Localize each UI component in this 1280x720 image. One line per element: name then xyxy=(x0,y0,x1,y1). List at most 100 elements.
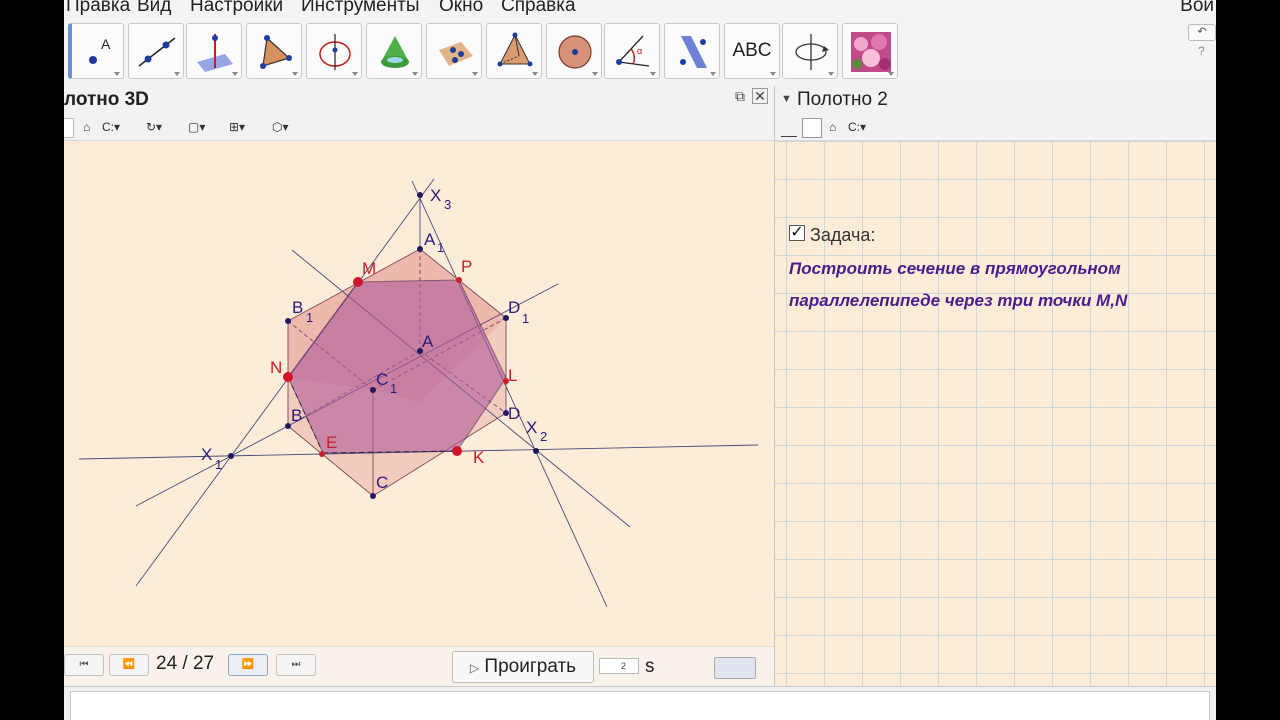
menu-window[interactable]: Окно xyxy=(439,0,483,17)
label-a: A xyxy=(422,332,434,351)
close-icon[interactable]: ✕ xyxy=(752,88,768,104)
label-x3: X xyxy=(430,186,441,205)
play-label: Проиграть xyxy=(484,656,577,677)
menu-bar: Правка Вид Настройки Инструменты Окно Сп… xyxy=(64,0,1216,20)
animation-bar: ⏮ ⏪ 24 / 27 ⏩ ⏭ ▷ Проиграть 2 s xyxy=(64,646,774,687)
help-icon[interactable]: ? xyxy=(1198,44,1205,58)
cube-dropdown[interactable]: ⬡▾ xyxy=(272,118,289,136)
label-k: K xyxy=(473,448,485,467)
panel-menu-triangle-icon[interactable]: ▼ xyxy=(781,93,792,105)
line-tool-button[interactable] xyxy=(128,23,184,79)
play-button[interactable]: ▷ Проиграть xyxy=(452,651,594,683)
panel-2-titlebar: ▼ Полотно 2 xyxy=(775,86,1216,114)
first-step-button[interactable]: ⏮ xyxy=(64,654,104,676)
label-a1-sub: 1 xyxy=(437,240,444,255)
menu-settings[interactable]: Настройки xyxy=(190,0,283,17)
label-p: P xyxy=(461,257,472,276)
angle-icon: α xyxy=(616,35,650,67)
point-tool-button[interactable]: A xyxy=(68,23,124,79)
menu-help[interactable]: Справка xyxy=(501,0,576,17)
coordinate-dropdown[interactable]: C:▾ xyxy=(848,118,866,136)
label-a1: A xyxy=(424,230,436,249)
menu-tools[interactable]: Инструменты xyxy=(301,0,419,17)
coordinate-dropdown[interactable]: C:▾ xyxy=(102,118,120,136)
flower-image-icon xyxy=(851,32,891,72)
axes-toggle-icon[interactable] xyxy=(781,118,797,137)
input-bar xyxy=(64,686,1216,720)
polygon-tool-button[interactable] xyxy=(246,23,302,79)
panel-2-title: Полотно 2 xyxy=(797,89,888,110)
label-d: D xyxy=(508,404,520,423)
rotate-view-icon xyxy=(795,34,829,70)
reflect-tool-button[interactable] xyxy=(664,23,720,79)
cone-icon xyxy=(381,36,409,68)
grid-toggle-icon[interactable] xyxy=(802,118,822,138)
circle-tool-button[interactable] xyxy=(306,23,362,79)
perpendicular-icon xyxy=(197,34,233,72)
label-d1: D xyxy=(508,298,520,317)
points-on-plane-tool-button[interactable] xyxy=(426,23,482,79)
task-text-line-2: параллелепипеде через три точки M,N xyxy=(789,291,1128,310)
line-icon xyxy=(138,37,176,67)
rotate-view-tool-button[interactable] xyxy=(782,23,838,79)
speed-stepper[interactable]: 2 xyxy=(599,658,639,674)
panel-3d-style-bar: ⌂ C:▾ ↻▾ ▢▾ ⊞▾ ⬡▾ xyxy=(64,114,774,141)
rotate-dropdown[interactable]: ↻▾ xyxy=(146,118,162,136)
label-m: M xyxy=(362,259,376,278)
toolbar: A α ABC ↶ ? xyxy=(64,20,1216,87)
previous-step-button[interactable]: ⏪ xyxy=(109,654,149,676)
task-checkbox[interactable]: ✓ xyxy=(789,225,805,241)
undock-icon[interactable]: ⧉ xyxy=(732,88,748,104)
keyboard-icon[interactable] xyxy=(714,657,756,679)
task-label: Задача: xyxy=(810,225,876,245)
label-x2-sub: 2 xyxy=(540,429,547,444)
label-x1-sub: 1 xyxy=(215,457,222,472)
grid-dropdown[interactable]: ⊞▾ xyxy=(229,118,245,136)
box-dropdown[interactable]: ▢▾ xyxy=(188,118,205,136)
svg-text:A: A xyxy=(101,36,111,52)
perpendicular-tool-button[interactable] xyxy=(186,23,242,79)
undo-button[interactable]: ↶ xyxy=(1188,24,1216,41)
play-icon: ▷ xyxy=(469,661,480,675)
graphics-2-canvas[interactable]: ✓ Задача: Построить сечение в прямоуголь… xyxy=(775,141,1216,686)
graphics-3d-canvas[interactable]: X 3 A 1 M P B 1 D 1 A N C 1 L B D X 2 E xyxy=(64,141,774,646)
panel-3d-titlebar: лотно 3D ⧉ ✕ xyxy=(64,86,774,114)
label-b: B xyxy=(291,406,302,425)
plane-points-icon xyxy=(439,42,473,66)
circle-axis-icon xyxy=(319,34,351,70)
image-tool-button[interactable] xyxy=(842,23,898,79)
label-x1: X xyxy=(201,445,212,464)
sphere-tool-button[interactable] xyxy=(546,23,602,79)
graphics-2-panel: ▼ Полотно 2 ⌂ C:▾ ✓ Задача: Построить се… xyxy=(775,86,1216,686)
menu-edit[interactable]: Правка xyxy=(66,0,130,17)
pyramid-icon xyxy=(497,32,533,67)
label-n: N xyxy=(270,358,282,377)
label-d1-sub: 1 xyxy=(522,311,529,326)
angle-tool-button[interactable]: α xyxy=(604,23,660,79)
graphics-3d-panel: лотно 3D ⧉ ✕ ⌂ C:▾ ↻▾ ▢▾ ⊞▾ ⬡▾ X 3 A 1 M… xyxy=(64,86,775,687)
svg-text:α: α xyxy=(637,46,642,56)
last-step-button[interactable]: ⏭ xyxy=(276,654,316,676)
sign-in-link[interactable]: Вой xyxy=(1180,0,1214,17)
next-step-button[interactable]: ⏩ xyxy=(228,654,268,676)
label-x2: X xyxy=(526,418,537,437)
app-window: Правка Вид Настройки Инструменты Окно Сп… xyxy=(64,0,1216,720)
point-icon: A xyxy=(89,36,111,64)
label-b1-sub: 1 xyxy=(306,310,313,325)
step-counter: 24 / 27 xyxy=(156,653,215,674)
home-icon[interactable]: ⌂ xyxy=(83,118,90,136)
command-input[interactable] xyxy=(70,691,1210,720)
panel-3d-title: лотно 3D xyxy=(64,89,149,110)
home-icon[interactable]: ⌂ xyxy=(829,118,836,136)
task-text-line-1: Построить сечение в прямоугольном xyxy=(789,259,1121,278)
label-l: L xyxy=(508,366,517,385)
label-e: E xyxy=(326,433,337,452)
menu-view[interactable]: Вид xyxy=(137,0,171,17)
text-tool-button[interactable]: ABC xyxy=(724,23,780,79)
style-toggle-icon[interactable] xyxy=(64,118,74,138)
cone-tool-button[interactable] xyxy=(366,23,422,79)
text-tool-label: ABC xyxy=(732,40,772,61)
label-c1: C xyxy=(376,370,388,389)
pyramid-tool-button[interactable] xyxy=(486,23,542,79)
label-x3-sub: 3 xyxy=(444,197,451,212)
